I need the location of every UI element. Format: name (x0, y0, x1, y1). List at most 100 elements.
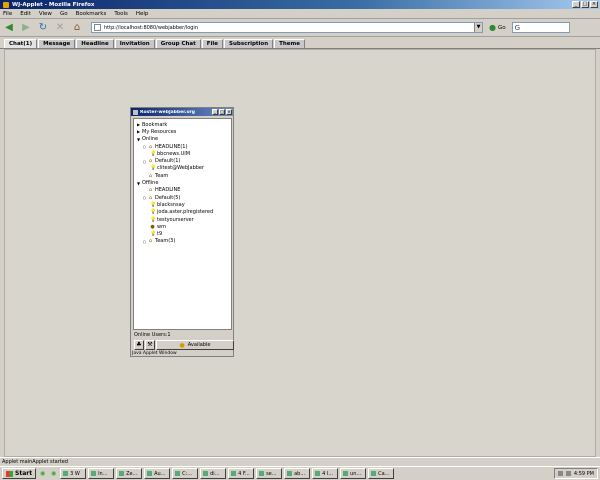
taskbar-window-button[interactable]: In... (88, 468, 115, 479)
menu-help[interactable]: Help (136, 11, 149, 17)
taskbar-window-button[interactable]: se... (256, 468, 283, 479)
navigation-toolbar: ◀ ▶ ↻ ✕ ⌂ http://localhost:8080/webjabbe… (0, 19, 600, 37)
tree-node-label: testyourserver (157, 216, 194, 223)
tray-icon[interactable] (557, 471, 563, 476)
menu-go[interactable]: Go (60, 11, 68, 17)
expand-toggle-icon[interactable]: ○ (142, 239, 147, 244)
taskbar-button-label: 4 I... (322, 470, 334, 477)
tree-node[interactable]: ▶ My Resources (134, 128, 231, 135)
tree-node[interactable]: ○ ⌂ Team(3) (134, 238, 231, 245)
go-button[interactable]: ● Go (489, 23, 506, 32)
clock[interactable]: 4:59 PM (574, 471, 594, 477)
home-icon[interactable]: ⌂ (70, 21, 84, 35)
tree-node[interactable]: ○ ⌂ Default(5) (134, 194, 231, 201)
tree-node-label: Online (142, 136, 159, 143)
menu-bar: File Edit View Go Bookmarks Tools Help (0, 9, 600, 19)
quick-launch-icon[interactable]: ◉ (49, 469, 58, 478)
taskbar-window-button[interactable]: C:... (172, 468, 199, 479)
tree-node[interactable]: ▶ Bookmark (134, 121, 231, 128)
menu-file[interactable]: File (3, 11, 12, 17)
maximize-button[interactable]: □ (581, 1, 589, 8)
app-icon (63, 471, 69, 476)
tree-node[interactable]: 💡 t9 (134, 230, 231, 237)
tree-node-label: blacksnsay (157, 201, 185, 208)
taskbar-window-button[interactable]: 4 F... (228, 468, 255, 479)
add-contact-button[interactable]: ♣ (134, 340, 144, 350)
tree-node-label: Offline (142, 180, 159, 187)
tree-node[interactable]: 💡 bbcnews.UIM (134, 150, 231, 157)
taskbar-window-button[interactable]: un... (340, 468, 367, 479)
roster-minimize-button[interactable]: _ (212, 109, 218, 115)
app-icon (259, 471, 265, 476)
app-icon (231, 471, 237, 476)
roster-maximize-button[interactable]: □ (219, 109, 225, 115)
tree-node-label: Team(3) (155, 238, 176, 245)
url-dropdown-icon[interactable]: ▼ (474, 23, 482, 32)
group-icon: ⌂ (148, 194, 153, 201)
taskbar-button-label: C:... (182, 470, 193, 477)
taskbar-window-button[interactable]: Ze... (116, 468, 143, 479)
roster-close-button[interactable]: × (226, 109, 232, 115)
minimize-button[interactable]: _ (572, 1, 580, 8)
taskbar-window-button[interactable]: ab... (284, 468, 311, 479)
tree-node[interactable]: ○ ⌂ Default(1) (134, 157, 231, 164)
online-users-count: Online Users:1 (134, 332, 171, 338)
taskbar-button-label: Au... (154, 470, 166, 477)
taskbar-window-button[interactable]: Au... (144, 468, 171, 479)
expand-toggle-icon[interactable]: ▶ (136, 122, 141, 127)
tree-node[interactable]: ⌂ Team (134, 172, 231, 179)
url-text[interactable]: http://localhost:8080/webjabber/login (104, 25, 474, 31)
expand-toggle-icon[interactable]: ○ (142, 159, 147, 164)
forward-arrow-icon[interactable]: ▶ (19, 21, 33, 35)
presence-status-label: Available (187, 342, 211, 348)
url-bar[interactable]: http://localhost:8080/webjabber/login ▼ (91, 22, 483, 33)
app-icon (91, 471, 97, 476)
tree-node-label: Default(5) (155, 194, 181, 201)
quick-launch-icon[interactable]: ◉ (38, 469, 47, 478)
expand-toggle-icon[interactable]: ▶ (136, 129, 141, 134)
app-icon (343, 471, 349, 476)
expand-toggle-icon[interactable]: ○ (142, 144, 147, 149)
tree-node[interactable]: ○ ⌂ HEADLINE(1) (134, 143, 231, 150)
presence-status-button[interactable]: ● Available (156, 340, 234, 350)
tree-node-label: Bookmark (142, 121, 168, 128)
menu-edit[interactable]: Edit (20, 11, 31, 17)
close-button[interactable]: × (590, 1, 598, 8)
start-button[interactable]: Start (2, 468, 37, 479)
tree-node-label: wm (157, 223, 166, 230)
roster-title-bar[interactable]: Roster-webJabber.org _ □ × (131, 108, 233, 116)
tree-node[interactable]: ▼ Offline (134, 179, 231, 186)
taskbar-button-label: 4 F... (238, 470, 250, 477)
taskbar-window-button[interactable]: 4 I... (312, 468, 339, 479)
page-icon (94, 24, 101, 31)
app-icon (203, 471, 209, 476)
tools-button[interactable]: ⚒ (145, 340, 155, 350)
back-arrow-icon[interactable]: ◀ (2, 21, 16, 35)
stop-icon[interactable]: ✕ (53, 21, 67, 35)
tree-node[interactable]: ⌂ HEADLINE (134, 187, 231, 194)
search-input[interactable]: G (511, 22, 570, 33)
menu-tools[interactable]: Tools (114, 11, 128, 17)
tree-node[interactable]: ● wm (134, 223, 231, 230)
reload-icon[interactable]: ↻ (36, 21, 50, 35)
tray-icon[interactable] (565, 471, 571, 476)
expand-toggle-icon[interactable]: ○ (142, 195, 147, 200)
tree-node[interactable]: 💡 testyourserver (134, 216, 231, 223)
menu-bookmarks[interactable]: Bookmarks (76, 11, 107, 17)
collapse-toggle-icon[interactable]: ▼ (136, 137, 141, 142)
taskbar-window-button[interactable]: di... (200, 468, 227, 479)
collapse-toggle-icon[interactable]: ▼ (136, 181, 141, 186)
taskbar-button-label: se... (266, 470, 277, 477)
menu-view[interactable]: View (39, 11, 52, 17)
tree-node-label: Default(1) (155, 158, 181, 165)
taskbar-button-label: ab... (294, 470, 306, 477)
taskbar-window-button[interactable]: Ca... (368, 468, 395, 479)
tree-node[interactable]: ▼ Online (134, 136, 231, 143)
taskbar-button-label: 3 W (70, 470, 80, 477)
taskbar-window-button[interactable]: 3 W (60, 468, 87, 479)
search-engine-icon: G (514, 23, 521, 32)
tree-node[interactable]: 💡 joda.aster.plregistered (134, 209, 231, 216)
tree-node[interactable]: 💡 clitest@WebJabber (134, 165, 231, 172)
tree-node[interactable]: 💡 blacksnsay (134, 201, 231, 208)
app-icon (287, 471, 293, 476)
